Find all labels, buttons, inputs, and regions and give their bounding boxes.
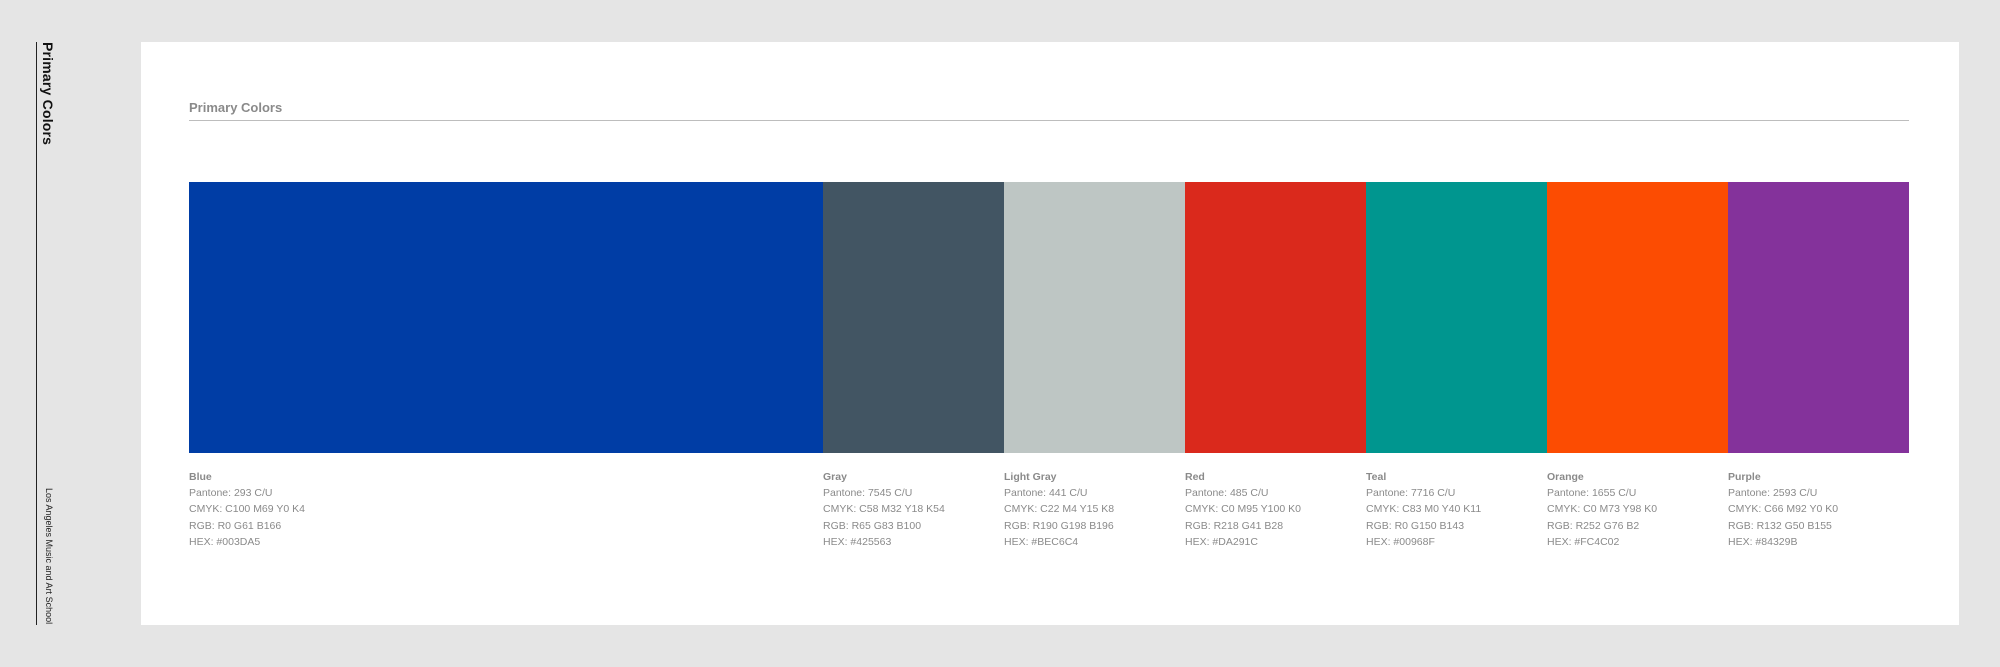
color-spec-red: Red Pantone: 485 C/U CMYK: C0 M95 Y100 K… (1185, 469, 1301, 550)
swatch-gray (823, 182, 1004, 453)
color-rgb: RGB: R0 G61 B166 (189, 519, 282, 532)
color-spec-purple: Purple Pantone: 2593 C/U CMYK: C66 M92 Y… (1728, 469, 1838, 550)
swatch-blue (189, 182, 823, 453)
section-divider (189, 120, 1909, 121)
color-spec-light-gray: Light Gray Pantone: 441 C/U CMYK: C22 M4… (1004, 469, 1114, 550)
swatch-red (1185, 182, 1366, 453)
color-cmyk: CMYK: C66 M92 Y0 K0 (1728, 503, 1839, 516)
color-pantone: Pantone: 2593 C/U (1728, 487, 1818, 500)
color-cmyk: CMYK: C0 M73 Y98 K0 (1547, 503, 1658, 516)
color-pantone: Pantone: 293 C/U (189, 487, 273, 500)
swatch-purple (1728, 182, 1909, 453)
color-cmyk: CMYK: C58 M32 Y18 K54 (823, 503, 945, 516)
color-spec-gray: Gray Pantone: 7545 C/U CMYK: C58 M32 Y18… (823, 469, 945, 550)
color-hex: HEX: #003DA5 (189, 535, 261, 548)
color-rgb: RGB: R190 G198 B196 (1004, 519, 1114, 532)
color-hex: HEX: #84329B (1728, 535, 1798, 548)
color-palette-panel: Primary Colors Blue Pantone: 293 C/U CMY… (141, 42, 1959, 625)
color-cmyk: CMYK: C0 M95 Y100 K0 (1185, 503, 1301, 516)
sidebar-subtitle: Los Angeles Music and Art School (44, 488, 54, 625)
color-hex: HEX: #DA291C (1185, 535, 1258, 548)
color-name: Purple (1728, 471, 1761, 483)
color-cmyk: CMYK: C100 M69 Y0 K4 (189, 503, 305, 516)
color-hex: HEX: #BEC6C4 (1004, 535, 1079, 548)
color-name: Gray (823, 471, 847, 483)
color-cmyk: CMYK: C22 M4 Y15 K8 (1004, 503, 1115, 516)
swatch-light-gray (1004, 182, 1185, 453)
swatch-row (189, 182, 1909, 453)
color-cmyk: CMYK: C83 M0 Y40 K11 (1366, 503, 1482, 516)
color-hex: HEX: #00968F (1366, 535, 1435, 548)
section-title: Primary Colors (189, 100, 283, 115)
color-spec-teal: Teal Pantone: 7716 C/U CMYK: C83 M0 Y40 … (1366, 469, 1481, 550)
color-spec-orange: Orange Pantone: 1655 C/U CMYK: C0 M73 Y9… (1547, 469, 1657, 550)
color-name: Blue (189, 471, 212, 483)
color-rgb: RGB: R65 G83 B100 (823, 519, 922, 532)
color-name: Teal (1366, 471, 1387, 483)
sidebar-rule (36, 42, 37, 625)
swatch-orange (1547, 182, 1728, 453)
sidebar-title: Primary Colors (40, 42, 56, 146)
swatch-teal (1366, 182, 1547, 453)
color-spec-blue: Blue Pantone: 293 C/U CMYK: C100 M69 Y0 … (189, 469, 305, 550)
color-rgb: RGB: R0 G150 B143 (1366, 519, 1465, 532)
color-pantone: Pantone: 1655 C/U (1547, 487, 1637, 500)
color-pantone: Pantone: 7545 C/U (823, 487, 913, 500)
color-pantone: Pantone: 441 C/U (1004, 487, 1088, 500)
color-rgb: RGB: R132 G50 B155 (1728, 519, 1832, 532)
color-name: Red (1185, 471, 1205, 483)
color-rgb: RGB: R252 G76 B2 (1547, 519, 1640, 532)
color-rgb: RGB: R218 G41 B28 (1185, 519, 1284, 532)
color-pantone: Pantone: 485 C/U (1185, 487, 1269, 500)
color-name: Light Gray (1004, 471, 1057, 483)
color-pantone: Pantone: 7716 C/U (1366, 487, 1456, 500)
color-hex: HEX: #FC4C02 (1547, 535, 1620, 548)
color-name: Orange (1547, 471, 1584, 483)
swatch-labels: Blue Pantone: 293 C/U CMYK: C100 M69 Y0 … (189, 469, 1909, 549)
color-hex: HEX: #425563 (823, 535, 892, 548)
